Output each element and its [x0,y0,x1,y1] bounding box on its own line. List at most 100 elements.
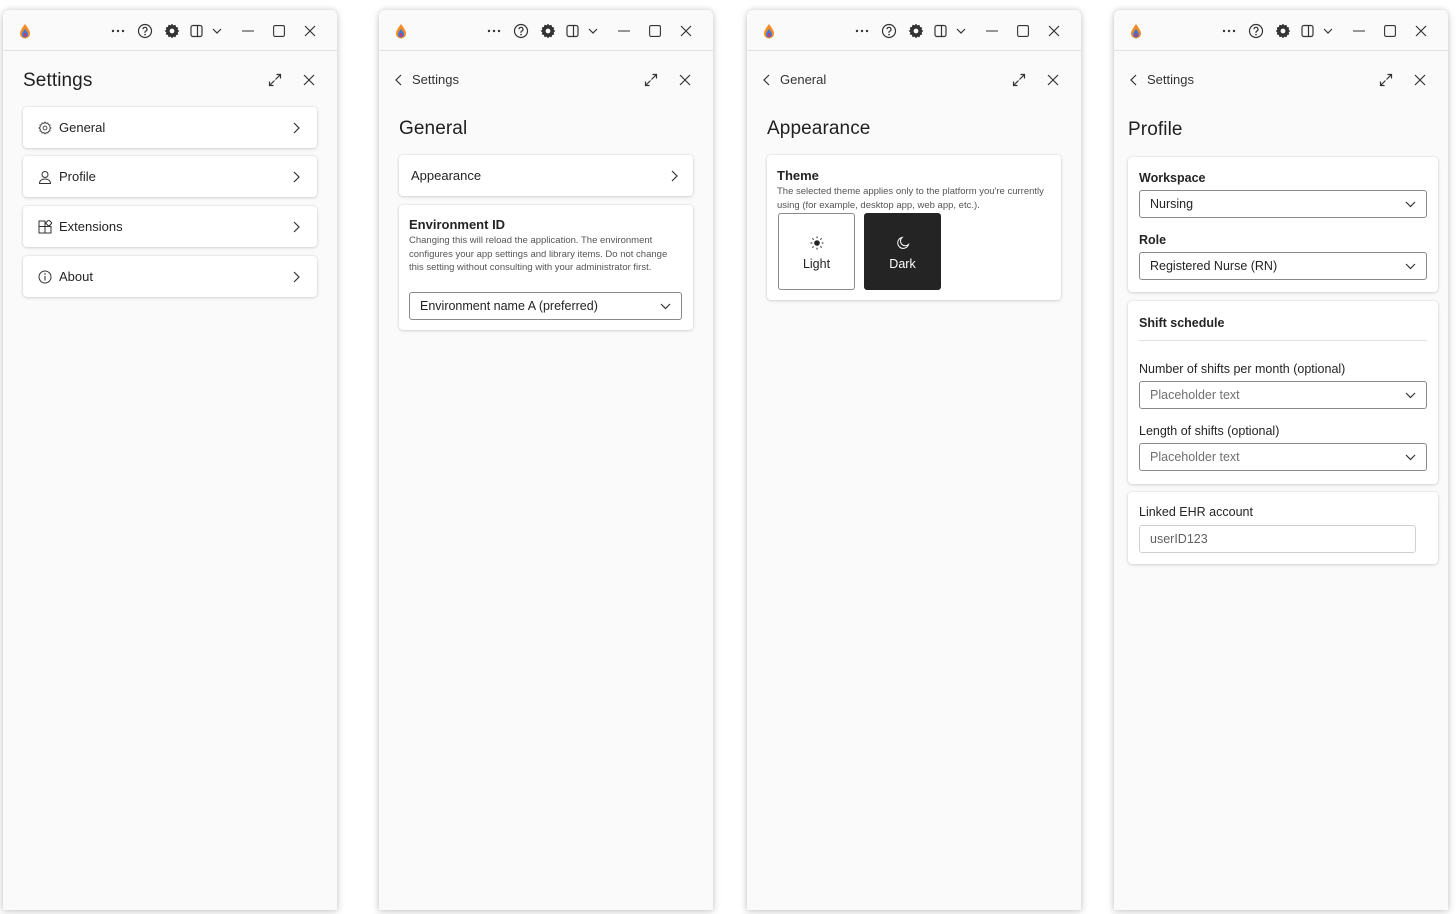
app-logo-icon [396,24,406,39]
minimize-icon[interactable] [1350,22,1368,40]
nav-item-label: Extensions [59,219,123,234]
maximize-icon[interactable] [270,22,288,40]
person-icon [37,169,53,185]
role-select[interactable]: Registered Nurse (RN) [1139,252,1427,280]
title-bar [379,10,713,51]
back-button[interactable]: General [763,72,826,87]
more-icon[interactable] [109,22,127,40]
close-panel-icon[interactable] [676,71,694,89]
expand-icon[interactable] [1010,71,1028,89]
expand-icon[interactable] [642,71,660,89]
shift-length-select[interactable]: Placeholder text [1139,443,1427,471]
settings-gear-icon[interactable] [1274,22,1292,40]
page-title: Profile [1128,119,1183,140]
help-icon[interactable] [1247,22,1265,40]
nav-item-general[interactable]: General [23,107,317,148]
panel-layout-icon[interactable] [564,22,582,40]
close-panel-icon[interactable] [1044,71,1062,89]
workspace-select[interactable]: Nursing [1139,190,1427,218]
expand-icon[interactable] [266,71,284,89]
maximize-icon[interactable] [1381,22,1399,40]
nav-item-about[interactable]: About [23,256,317,297]
environment-select[interactable]: Environment name A (preferred) [409,292,682,320]
chevron-down-icon [1405,454,1416,460]
chevron-right-icon [667,169,681,183]
panel-layout-icon[interactable] [1299,22,1317,40]
nav-item-profile[interactable]: Profile [23,156,317,197]
settings-gear-icon[interactable] [163,22,181,40]
theme-description: The selected theme applies only to the p… [777,186,1044,211]
shift-schedule-title: Shift schedule [1139,316,1225,330]
more-icon[interactable] [485,22,503,40]
panel-layout-icon[interactable] [932,22,950,40]
close-window-icon[interactable] [301,22,319,40]
moon-icon [896,233,910,253]
theme-light-button[interactable]: Light [778,213,855,290]
app-logo-icon [20,24,30,39]
chevron-down-icon [1405,392,1416,398]
maximize-icon[interactable] [646,22,664,40]
close-panel-icon[interactable] [300,71,318,89]
divider [1139,340,1427,341]
gear-icon [37,120,53,136]
back-button[interactable]: Settings [395,72,459,87]
panel-header: Settings [3,62,337,98]
environment-description: Changing this will reload the applicatio… [409,235,668,273]
back-label: Settings [412,72,459,87]
chevron-down-icon[interactable] [952,22,970,40]
close-panel-icon[interactable] [1411,71,1429,89]
title-bar [747,10,1081,51]
shifts-per-month-label: Number of shifts per month (optional) [1139,362,1346,376]
chevron-right-icon [289,270,303,284]
maximize-icon[interactable] [1014,22,1032,40]
extensions-icon [37,219,53,235]
ehr-account-value: userID123 [1150,532,1208,546]
general-window: Settings General Appearance Environment … [379,10,713,910]
nav-item-label: Profile [59,169,96,184]
minimize-icon[interactable] [615,22,633,40]
select-value: Registered Nurse (RN) [1150,259,1278,273]
select-placeholder: Placeholder text [1150,388,1240,402]
nav-item-extensions[interactable]: Extensions [23,206,317,247]
nav-item-label: Appearance [411,168,482,183]
close-window-icon[interactable] [1045,22,1063,40]
app-logo-icon [764,24,774,39]
help-icon[interactable] [512,22,530,40]
settings-gear-icon[interactable] [907,22,925,40]
more-icon[interactable] [853,22,871,40]
more-icon[interactable] [1220,22,1238,40]
nav-item-appearance[interactable]: Appearance [399,155,693,196]
panel-layout-icon[interactable] [188,22,206,40]
back-button[interactable]: Settings [1130,72,1194,87]
chevron-right-icon [289,170,303,184]
expand-icon[interactable] [1377,71,1395,89]
minimize-icon[interactable] [983,22,1001,40]
back-label: Settings [1147,72,1194,87]
minimize-icon[interactable] [239,22,257,40]
chevron-down-icon[interactable] [208,22,226,40]
close-window-icon[interactable] [1412,22,1430,40]
theme-light-label: Light [802,256,831,271]
chevron-down-icon[interactable] [1319,22,1337,40]
help-icon[interactable] [136,22,154,40]
chevron-left-icon [395,74,402,85]
nav-item-label: About [59,269,93,284]
chevron-right-icon [289,220,303,234]
select-value: Nursing [1150,197,1194,211]
theme-dark-label: Dark [889,256,916,271]
select-placeholder: Placeholder text [1150,450,1240,464]
help-icon[interactable] [880,22,898,40]
settings-gear-icon[interactable] [539,22,557,40]
ehr-account-input[interactable]: userID123 [1139,525,1416,553]
panel-header: General [747,62,1081,98]
close-window-icon[interactable] [677,22,695,40]
chevron-right-icon [289,121,303,135]
shift-length-label: Length of shifts (optional) [1139,424,1280,438]
chevron-down-icon [1405,263,1416,269]
workspace-label: Workspace [1139,171,1206,185]
chevron-down-icon[interactable] [584,22,602,40]
shifts-per-month-select[interactable]: Placeholder text [1139,381,1427,409]
chevron-down-icon [1405,201,1416,207]
theme-dark-button[interactable]: Dark [864,213,941,290]
role-label: Role [1139,233,1167,247]
